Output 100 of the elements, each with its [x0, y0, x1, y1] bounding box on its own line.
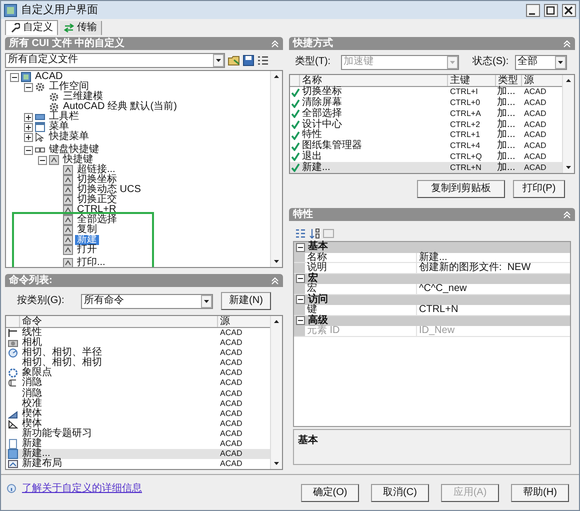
- tree-item[interactable]: 切换坐标: [75, 175, 119, 185]
- tree-item[interactable]: CTRL+R: [75, 205, 118, 215]
- push-button[interactable]: 确定(O): [301, 484, 359, 502]
- tree-item[interactable]: 打印...: [75, 258, 108, 267]
- table-cell-text: CTRL+4: [449, 141, 482, 152]
- table-cell-text: ACAD: [219, 338, 244, 348]
- table-cell-text: ACAD: [523, 162, 548, 173]
- table-row[interactable]: 新建 ACAD: [6, 438, 270, 449]
- property-value[interactable]: CTRL+N: [417, 305, 570, 314]
- property-value[interactable]: ^C^C_new: [417, 284, 570, 294]
- property-value[interactable]: 新建...: [417, 252, 570, 262]
- push-button: 应用(A): [441, 484, 499, 502]
- tree-item[interactable]: 工具栏: [47, 112, 81, 122]
- field-label: 状态(S):: [472, 57, 509, 67]
- table-row[interactable]: 楔体 ACAD: [6, 418, 270, 429]
- table-cell-text: 全部选择: [301, 108, 343, 119]
- tree-item[interactable]: 三维建模: [61, 92, 105, 102]
- tree-item[interactable]: 复制: [75, 225, 99, 235]
- push-button[interactable]: 帮助(H): [511, 484, 569, 502]
- table-cell-text: 加...: [496, 152, 516, 162]
- table-cell-text: ACAD: [219, 348, 244, 358]
- tree-item[interactable]: 键盘快捷键: [47, 145, 101, 155]
- table-cell-text: ACAD: [523, 108, 548, 119]
- property-name: 说明: [305, 263, 417, 272]
- table-cell-text: 新建...: [21, 448, 50, 459]
- table-cell-text: ACAD: [219, 428, 244, 439]
- table-cell-text: ACAD: [523, 141, 548, 152]
- table-row[interactable]: 校准 ACAD: [6, 398, 270, 409]
- table-cell-text: ACAD: [523, 152, 548, 162]
- table-row[interactable]: 全部选择 CTRL+A 加... ACAD: [290, 108, 562, 120]
- table-row[interactable]: 消隐 ACAD: [6, 388, 270, 399]
- table-cell-text: ACAD: [219, 388, 244, 398]
- table-row[interactable]: 退出 CTRL+Q 加... ACAD: [290, 152, 562, 162]
- tree-item[interactable]: AutoCAD 经典 默认(当前): [61, 102, 179, 112]
- table-cell-text: 新建布局: [21, 459, 63, 469]
- push-button[interactable]: 复制到剪贴板: [417, 180, 505, 198]
- field-label: 类型(T):: [295, 57, 331, 67]
- tree-item[interactable]: 切换动态 UCS: [75, 185, 143, 195]
- table-cell-text: CTRL+2: [449, 120, 482, 130]
- tree-item[interactable]: 工作空间: [47, 82, 91, 92]
- column-header[interactable]: 类型: [496, 75, 522, 86]
- tree-item[interactable]: 打开: [75, 245, 99, 255]
- push-button[interactable]: 打印(P): [513, 180, 565, 198]
- table-cell-text: 加...: [496, 87, 516, 98]
- table-cell-text: CTRL+A: [449, 108, 482, 119]
- dropdown[interactable]: 所有自定义文件: [5, 52, 225, 68]
- table-cell-text: 楔体: [21, 418, 42, 429]
- table-cell-text: 加...: [496, 130, 516, 140]
- tree-item[interactable]: 切换正交: [75, 195, 119, 205]
- push-button[interactable]: 新建(N): [221, 292, 271, 310]
- property-name: 名称: [305, 252, 417, 262]
- table-cell-text: CTRL+Q: [449, 152, 483, 162]
- table-row[interactable]: 设计中心 CTRL+2 加... ACAD: [290, 119, 562, 130]
- tab[interactable]: 传输: [60, 21, 102, 35]
- tree-item[interactable]: ACAD: [33, 72, 65, 82]
- table-cell-text: 消隐: [21, 378, 43, 388]
- panel-title: 特性: [293, 210, 313, 220]
- table-cell-text: ACAD: [219, 358, 244, 368]
- table-row[interactable]: 新建... CTRL+N 加... ACAD: [290, 162, 562, 173]
- table-cell-text: 切换坐标: [301, 87, 343, 98]
- push-button[interactable]: 取消(C): [371, 484, 429, 502]
- table-row[interactable]: 楔体 ACAD: [6, 408, 270, 419]
- tree-item[interactable]: 快捷键: [61, 155, 95, 165]
- dropdown[interactable]: 所有命令: [81, 294, 213, 308]
- property-name: 宏: [305, 284, 417, 294]
- table-row[interactable]: 清除屏幕 CTRL+0 加... ACAD: [290, 98, 562, 108]
- table-row[interactable]: 消隐 ACAD: [6, 378, 270, 388]
- table-cell-text: ACAD: [219, 418, 244, 429]
- panel-title: 快捷方式: [293, 38, 333, 48]
- table-row[interactable]: 图纸集管理器 CTRL+4 加... ACAD: [290, 140, 562, 152]
- category-label: 高级: [308, 316, 328, 326]
- column-header[interactable]: 源: [218, 316, 270, 327]
- tab[interactable]: 自定义: [5, 20, 58, 35]
- category-label: 基本: [308, 242, 328, 252]
- table-cell-text: 校准: [21, 398, 43, 409]
- dropdown[interactable]: 全部: [514, 54, 567, 70]
- table-cell-text: ACAD: [523, 87, 548, 98]
- tree-item[interactable]: 超链接...: [75, 165, 118, 175]
- table-cell-text: ACAD: [219, 459, 244, 469]
- table-row[interactable]: 切换坐标 CTRL+I 加... ACAD: [290, 87, 562, 98]
- table-row[interactable]: 新建布局 ACAD: [6, 459, 270, 469]
- help-link[interactable]: 了解关于自定义的详细信息: [22, 484, 142, 494]
- table-cell-text: 图纸集管理器: [301, 141, 363, 152]
- tree-item[interactable]: 全部选择: [75, 215, 119, 225]
- category-label: 宏: [308, 274, 318, 284]
- property-value[interactable]: 创建新的图形文件: NEW: [417, 263, 570, 272]
- column-header[interactable]: 名称: [300, 75, 448, 86]
- table-cell-text: ACAD: [219, 448, 244, 459]
- table-row[interactable]: 新功能专题研习 ACAD: [6, 428, 270, 439]
- table-cell-text: CTRL+0: [449, 98, 482, 108]
- property-name: 键: [305, 305, 417, 314]
- table-row[interactable]: 特性 CTRL+1 加... ACAD: [290, 130, 562, 141]
- tree-item[interactable]: 菜单: [47, 122, 71, 132]
- column-header[interactable]: 源: [522, 75, 562, 86]
- description-text: 基本: [298, 435, 318, 446]
- tree-item[interactable]: 快捷菜单: [47, 132, 91, 142]
- table-cell-text: 清除屏幕: [301, 98, 343, 108]
- table-cell-text: ACAD: [523, 130, 548, 140]
- column-header[interactable]: 命令: [20, 316, 218, 327]
- table-cell-text: 特性: [301, 130, 322, 140]
